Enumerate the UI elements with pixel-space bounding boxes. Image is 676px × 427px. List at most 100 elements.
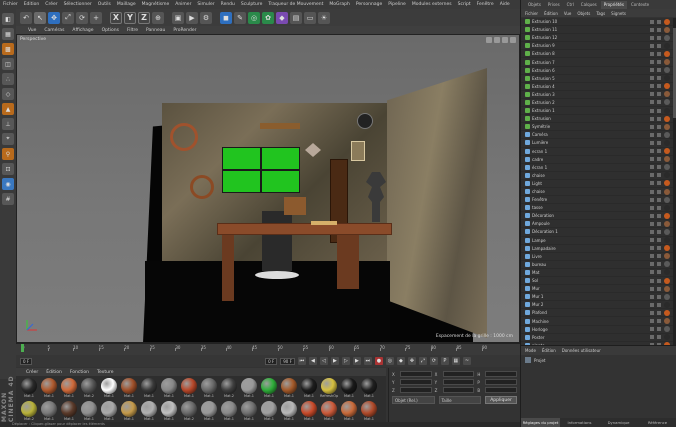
undo-icon[interactable]: ↶	[20, 11, 32, 24]
material-tag-icon[interactable]	[664, 237, 670, 244]
object-row[interactable]: Décoration 1	[521, 228, 673, 237]
menu-item-6[interactable]: Magnétisme	[142, 2, 170, 7]
material-swatch[interactable]: Mat.1	[40, 378, 58, 399]
material-tag-icon[interactable]	[664, 277, 670, 284]
object-row[interactable]: Extrusion	[521, 115, 673, 124]
object-row[interactable]: Lampadaire	[521, 245, 673, 253]
enable-check[interactable]	[657, 310, 661, 315]
material-swatch[interactable]: Mat.1	[360, 401, 378, 422]
object-row[interactable]: Lampe	[521, 237, 673, 245]
material-tag-icon[interactable]	[664, 26, 670, 33]
menu-item-7[interactable]: Animer	[175, 2, 191, 7]
enable-check[interactable]	[657, 221, 661, 226]
material-tag-icon[interactable]	[664, 59, 670, 66]
object-row[interactable]: chaise	[521, 188, 673, 197]
snap-icon[interactable]: ⚲	[2, 148, 14, 160]
material-swatch[interactable]: Mat.2	[220, 378, 238, 399]
object-row[interactable]: Extrusion 12	[521, 34, 673, 43]
material-tag-icon[interactable]	[664, 180, 670, 187]
material-swatch[interactable]: Mat.1	[260, 401, 278, 422]
enable-check[interactable]	[657, 76, 661, 81]
cursor-icon[interactable]: ↖	[34, 11, 46, 24]
material-swatch[interactable]: Mat.2	[180, 401, 198, 422]
enable-check[interactable]	[657, 108, 661, 113]
prev-frame-icon[interactable]: ◁	[319, 357, 328, 365]
viewport-menu-item-0[interactable]: Vue	[28, 28, 36, 33]
visibility-dots[interactable]	[650, 116, 654, 121]
current-frame-field[interactable]: 0 F	[20, 357, 33, 365]
visibility-dots[interactable]	[650, 124, 654, 129]
rotate-icon[interactable]: ⟳	[76, 11, 88, 24]
material-tag-icon[interactable]	[664, 188, 670, 195]
menu-item-17[interactable]: Fenêtre	[477, 2, 494, 7]
autokey-icon[interactable]: ◎	[385, 357, 394, 365]
go-start-icon[interactable]: ⏮	[297, 357, 306, 365]
object-row[interactable]: Extrusion 8	[521, 50, 673, 59]
enable-check[interactable]	[657, 246, 661, 251]
playhead[interactable]	[21, 344, 24, 352]
material-tag-icon[interactable]	[664, 139, 670, 146]
enable-check[interactable]	[657, 205, 661, 210]
pos-y-field[interactable]	[400, 379, 432, 385]
menu-item-2[interactable]: Créer	[45, 2, 57, 7]
enable-check[interactable]	[657, 229, 661, 234]
material-tag-icon[interactable]	[664, 123, 670, 130]
enable-check[interactable]	[657, 51, 661, 56]
material-tag-icon[interactable]	[664, 148, 670, 155]
start-frame-field[interactable]: 0 F	[265, 357, 278, 365]
render-settings-icon[interactable]: ⚙	[200, 11, 212, 24]
enable-check[interactable]	[657, 84, 661, 89]
material-tag-icon[interactable]	[664, 228, 670, 235]
material-tag-icon[interactable]	[664, 245, 670, 252]
material-swatch[interactable]: Mat.1	[120, 378, 138, 399]
material-tag-icon[interactable]	[664, 172, 670, 179]
visibility-dots[interactable]	[650, 229, 654, 234]
edges-mode-icon[interactable]: ◇	[2, 88, 14, 100]
visibility-dots[interactable]	[650, 302, 654, 307]
material-tag-icon[interactable]	[664, 212, 670, 219]
rot-h-field[interactable]	[485, 371, 518, 377]
object-row[interactable]: Extrusion 7	[521, 58, 673, 67]
toggle-view-icon[interactable]	[510, 37, 516, 43]
keyframe-icon[interactable]: ◆	[396, 357, 405, 365]
material-swatch[interactable]: Mat.1	[80, 401, 98, 422]
visibility-dots[interactable]	[650, 181, 654, 186]
object-row[interactable]: Caméra	[521, 131, 673, 140]
material-tag-icon[interactable]	[664, 253, 670, 260]
object-menu-item-2[interactable]: Vue	[564, 11, 571, 16]
material-tag-icon[interactable]	[664, 107, 670, 114]
material-menu-item-0[interactable]: Créer	[26, 370, 38, 375]
object-row[interactable]: Extrusion 6	[521, 67, 673, 75]
project-item[interactable]: Projet	[521, 355, 676, 365]
object-row[interactable]: Extrusion 10	[521, 18, 673, 27]
enable-check[interactable]	[657, 124, 661, 129]
visibility-dots[interactable]	[650, 108, 654, 113]
object-row[interactable]: Extrusion 4	[521, 83, 673, 91]
size-mode-select[interactable]: Taille	[438, 396, 481, 404]
material-tag-icon[interactable]	[664, 18, 670, 25]
menu-item-4[interactable]: Outils	[98, 2, 111, 7]
material-swatch[interactable]: Mat.1	[340, 378, 358, 399]
visibility-dots[interactable]	[650, 19, 654, 24]
enable-check[interactable]	[657, 270, 661, 275]
material-tag-icon[interactable]	[664, 285, 670, 292]
tweak-icon[interactable]: ⌖	[2, 133, 14, 145]
viewport-menu-item-5[interactable]: Panneau	[146, 28, 165, 33]
object-row[interactable]: écran 1	[521, 164, 673, 172]
enable-check[interactable]	[657, 116, 661, 121]
material-tag-icon[interactable]	[664, 75, 670, 82]
material-swatch[interactable]: Mat.1	[60, 401, 78, 422]
object-row[interactable]: cadre	[521, 156, 673, 164]
object-row[interactable]: Poster	[521, 334, 673, 342]
material-swatch[interactable]: Mat.2	[20, 401, 38, 422]
viewport-menu-item-4[interactable]: Filtre	[127, 28, 138, 33]
visibility-dots[interactable]	[650, 319, 654, 324]
attr-menu-item-1[interactable]: Édition	[542, 348, 556, 353]
material-tag-icon[interactable]	[664, 67, 670, 74]
material-swatch[interactable]: Mat.1	[260, 378, 278, 399]
enable-check[interactable]	[657, 100, 661, 105]
menu-item-18[interactable]: Aide	[500, 2, 510, 7]
material-tag-icon[interactable]	[664, 326, 670, 333]
material-tag-icon[interactable]	[664, 261, 670, 268]
object-row[interactable]: ecran 1	[521, 148, 673, 156]
